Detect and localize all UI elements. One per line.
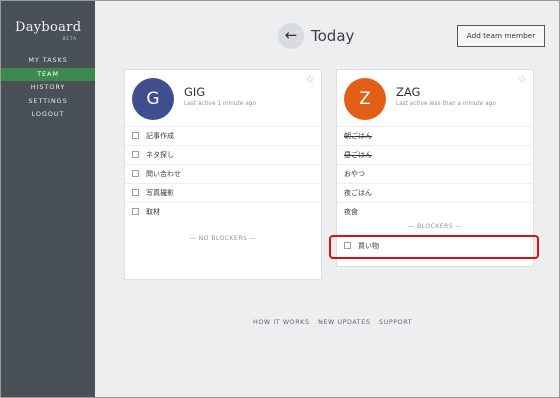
task-list: 記事作成 ネタ探し 問い合わせ 写真撮影 取材 [125, 126, 321, 221]
task-text: 記事作成 [146, 132, 174, 140]
task-item[interactable]: ネタ探し [125, 145, 321, 164]
back-arrow-icon[interactable]: ← [278, 23, 304, 49]
task-text: ネタ探し [146, 151, 174, 159]
member-name: ZAG [396, 85, 421, 99]
sidebar: Dayboard BETA MY TASKS TEAM HISTORY SETT… [1, 1, 95, 397]
checkbox[interactable] [132, 207, 139, 215]
star-icon[interactable]: ☆ [517, 73, 527, 86]
add-team-member-button[interactable]: Add team member [457, 25, 545, 47]
sidebar-item-my-tasks[interactable]: MY TASKS [1, 54, 95, 68]
task-item[interactable]: 夜ごはん [337, 183, 533, 202]
task-text: 昼ごはん [344, 151, 372, 159]
checkbox[interactable] [132, 150, 139, 158]
app-window: Dayboard BETA MY TASKS TEAM HISTORY SETT… [0, 0, 560, 398]
task-item[interactable]: おやつ [337, 164, 533, 183]
task-item[interactable]: 記事作成 [125, 126, 321, 145]
checkbox[interactable] [132, 131, 139, 139]
footer-link-support[interactable]: SUPPORT [379, 319, 412, 326]
member-name: GIG [184, 85, 206, 99]
no-blockers-label: — NO BLOCKERS — [189, 235, 257, 242]
page-title: Today [311, 27, 355, 45]
last-active-text: Last active 1 minute ago [184, 101, 256, 107]
footer-links: HOW IT WORKS NEW UPDATES SUPPORT [253, 319, 418, 326]
footer-link-new-updates[interactable]: NEW UPDATES [318, 319, 370, 326]
task-item[interactable]: 問い合わせ [125, 164, 321, 183]
avatar: Z [344, 78, 386, 120]
task-item[interactable]: 夜食 [337, 202, 533, 221]
sidebar-nav: MY TASKS TEAM HISTORY SETTINGS LOGOUT [1, 54, 95, 122]
blockers-label: — BLOCKERS — [408, 223, 462, 230]
task-text: 夜ごはん [344, 189, 372, 197]
task-list: 朝ごはん 昼ごはん おやつ 夜ごはん 夜食 [337, 126, 533, 221]
task-text: 写真撮影 [146, 189, 174, 197]
member-card-gig: G GIG Last active 1 minute ago ☆ 記事作成 ネタ… [124, 69, 322, 280]
sidebar-item-settings[interactable]: SETTINGS [1, 95, 95, 109]
task-text: 取材 [146, 208, 160, 216]
last-active-text: Last active less than a minute ago [396, 101, 496, 107]
task-item[interactable]: 朝ごはん [337, 126, 533, 145]
task-item[interactable]: 取材 [125, 202, 321, 221]
sidebar-item-history[interactable]: HISTORY [1, 81, 95, 95]
task-text: おやつ [344, 170, 365, 178]
task-text: 朝ごはん [344, 132, 372, 140]
brand-logo: Dayboard [15, 20, 82, 35]
checkbox[interactable] [132, 188, 139, 196]
sidebar-item-logout[interactable]: LOGOUT [1, 108, 95, 122]
task-item[interactable]: 写真撮影 [125, 183, 321, 202]
beta-badge: BETA [62, 37, 77, 42]
avatar: G [132, 78, 174, 120]
checkbox[interactable] [132, 169, 139, 177]
highlight-annotation [329, 235, 539, 259]
footer-link-how-it-works[interactable]: HOW IT WORKS [253, 319, 310, 326]
task-text: 夜食 [344, 208, 358, 216]
task-text: 問い合わせ [146, 170, 181, 178]
star-icon[interactable]: ☆ [305, 73, 315, 86]
task-item[interactable]: 昼ごはん [337, 145, 533, 164]
sidebar-item-team[interactable]: TEAM [1, 67, 95, 81]
